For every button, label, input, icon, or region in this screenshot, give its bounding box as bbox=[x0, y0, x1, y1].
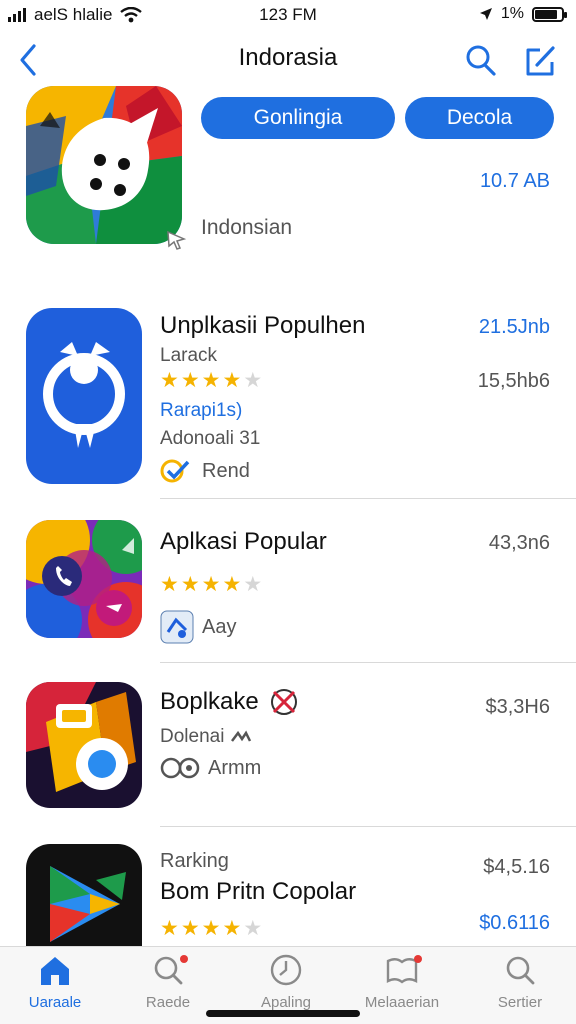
app-icon[interactable] bbox=[26, 844, 142, 946]
featured-app-label: Indonsian bbox=[201, 216, 293, 239]
app-subtitle-text: Dolenai bbox=[160, 726, 225, 747]
rating-stars: ★ ★ ★ ★ ★ bbox=[160, 573, 263, 596]
notification-dot bbox=[180, 955, 188, 963]
compose-icon[interactable] bbox=[522, 40, 558, 80]
app-row[interactable]: Aplkasi Popular ★ ★ ★ ★ ★ Aay 43,3n6 bbox=[0, 520, 576, 663]
action-button-secondary[interactable]: Decola bbox=[405, 97, 554, 139]
app-icon[interactable] bbox=[26, 520, 142, 638]
tab-messages[interactable]: Melaaerian bbox=[352, 953, 452, 1011]
rating-stars: ★ ★ ★ ★ ★ bbox=[160, 917, 263, 940]
app-row[interactable]: Rarking Bom Pritn Copolar ★ ★ ★ ★ ★ $4,5.16 … bbox=[0, 844, 576, 946]
crossed-icon bbox=[270, 689, 297, 715]
home-indicator[interactable] bbox=[206, 1010, 360, 1017]
app-meta: Adonoali 31 bbox=[160, 428, 261, 449]
app-row[interactable]: Boplkake Dolenai Armm $3,3H6 bbox=[0, 682, 576, 827]
app-chip: Rend bbox=[160, 458, 250, 484]
action-button-primary[interactable]: Gonlingia bbox=[201, 97, 395, 139]
home-icon bbox=[41, 957, 69, 985]
app-name: Bom Pritn Copolar bbox=[160, 878, 357, 905]
app-price: 43,3n6 bbox=[488, 532, 550, 554]
cursor-icon bbox=[167, 230, 187, 250]
app-name-text: Boplkake bbox=[160, 688, 259, 715]
status-right: 1% bbox=[479, 5, 567, 23]
tab-label: Uaraale bbox=[28, 994, 82, 1011]
location-arrow-icon bbox=[479, 8, 492, 20]
row-divider bbox=[160, 498, 576, 499]
chip-label: Aay bbox=[202, 615, 237, 638]
notification-dot bbox=[414, 955, 422, 963]
app-name: Boplkake bbox=[160, 688, 299, 716]
app-row[interactable]: Unplkasii Populhen Larack ★ ★ ★ ★ ★ Rarapi1s… bbox=[0, 308, 576, 499]
badge-icon bbox=[231, 730, 252, 742]
chip-icon bbox=[160, 459, 190, 483]
chip-label: Rend bbox=[202, 459, 250, 482]
tab-search-discover[interactable]: Raede bbox=[118, 953, 218, 1011]
search-icon[interactable] bbox=[462, 40, 500, 80]
app-subtitle: Larack bbox=[160, 345, 218, 366]
tab-label: Raede bbox=[145, 994, 191, 1011]
tab-home[interactable]: Uaraale bbox=[5, 953, 105, 1011]
app-chip: Aay bbox=[160, 610, 236, 644]
compass-icon bbox=[270, 954, 302, 986]
chip-icon bbox=[160, 757, 200, 779]
battery-fill bbox=[535, 9, 558, 19]
tab-search[interactable]: Sertier bbox=[470, 953, 570, 1011]
chip-label: Armm bbox=[208, 756, 262, 779]
featured-app-icon[interactable] bbox=[26, 86, 182, 244]
app-icon[interactable] bbox=[26, 308, 142, 484]
chip-icon bbox=[160, 610, 194, 644]
app-link[interactable]: Rarapi1s) bbox=[160, 400, 242, 422]
tab-label: Melaaerian bbox=[364, 994, 440, 1011]
app-icon[interactable] bbox=[26, 682, 142, 808]
rating-stars: ★ ★ ★ ★ ★ bbox=[160, 369, 263, 392]
app-subtitle: Dolenai bbox=[160, 726, 252, 748]
featured-app-size: 10.7 AB bbox=[479, 170, 550, 192]
app-price-secondary: $0.6116 bbox=[479, 912, 550, 934]
status-bar: aelS hlalie 123 FM 1% bbox=[0, 0, 576, 30]
app-kicker: Rarking bbox=[160, 850, 229, 872]
battery-icon bbox=[532, 6, 567, 22]
row-divider bbox=[160, 826, 576, 827]
tab-apps[interactable]: Apaling bbox=[236, 953, 336, 1011]
app-price: $3,3H6 bbox=[485, 696, 551, 718]
tab-label: Sertier bbox=[497, 994, 543, 1011]
app-name: Unplkasii Populhen bbox=[160, 312, 366, 339]
app-price: 21.5Jnb bbox=[478, 316, 550, 338]
app-name: Aplkasi Popular bbox=[160, 528, 327, 555]
row-divider bbox=[160, 662, 576, 663]
navigation-bar: Indorasia bbox=[0, 34, 576, 84]
tab-label: Apaling bbox=[260, 994, 312, 1011]
app-price-secondary: 15,5hb6 bbox=[477, 370, 550, 392]
app-chip: Armm bbox=[160, 756, 261, 780]
battery-percent: 1% bbox=[500, 5, 524, 22]
app-price: $4,5.16 bbox=[483, 856, 550, 878]
search-icon bbox=[506, 956, 535, 985]
